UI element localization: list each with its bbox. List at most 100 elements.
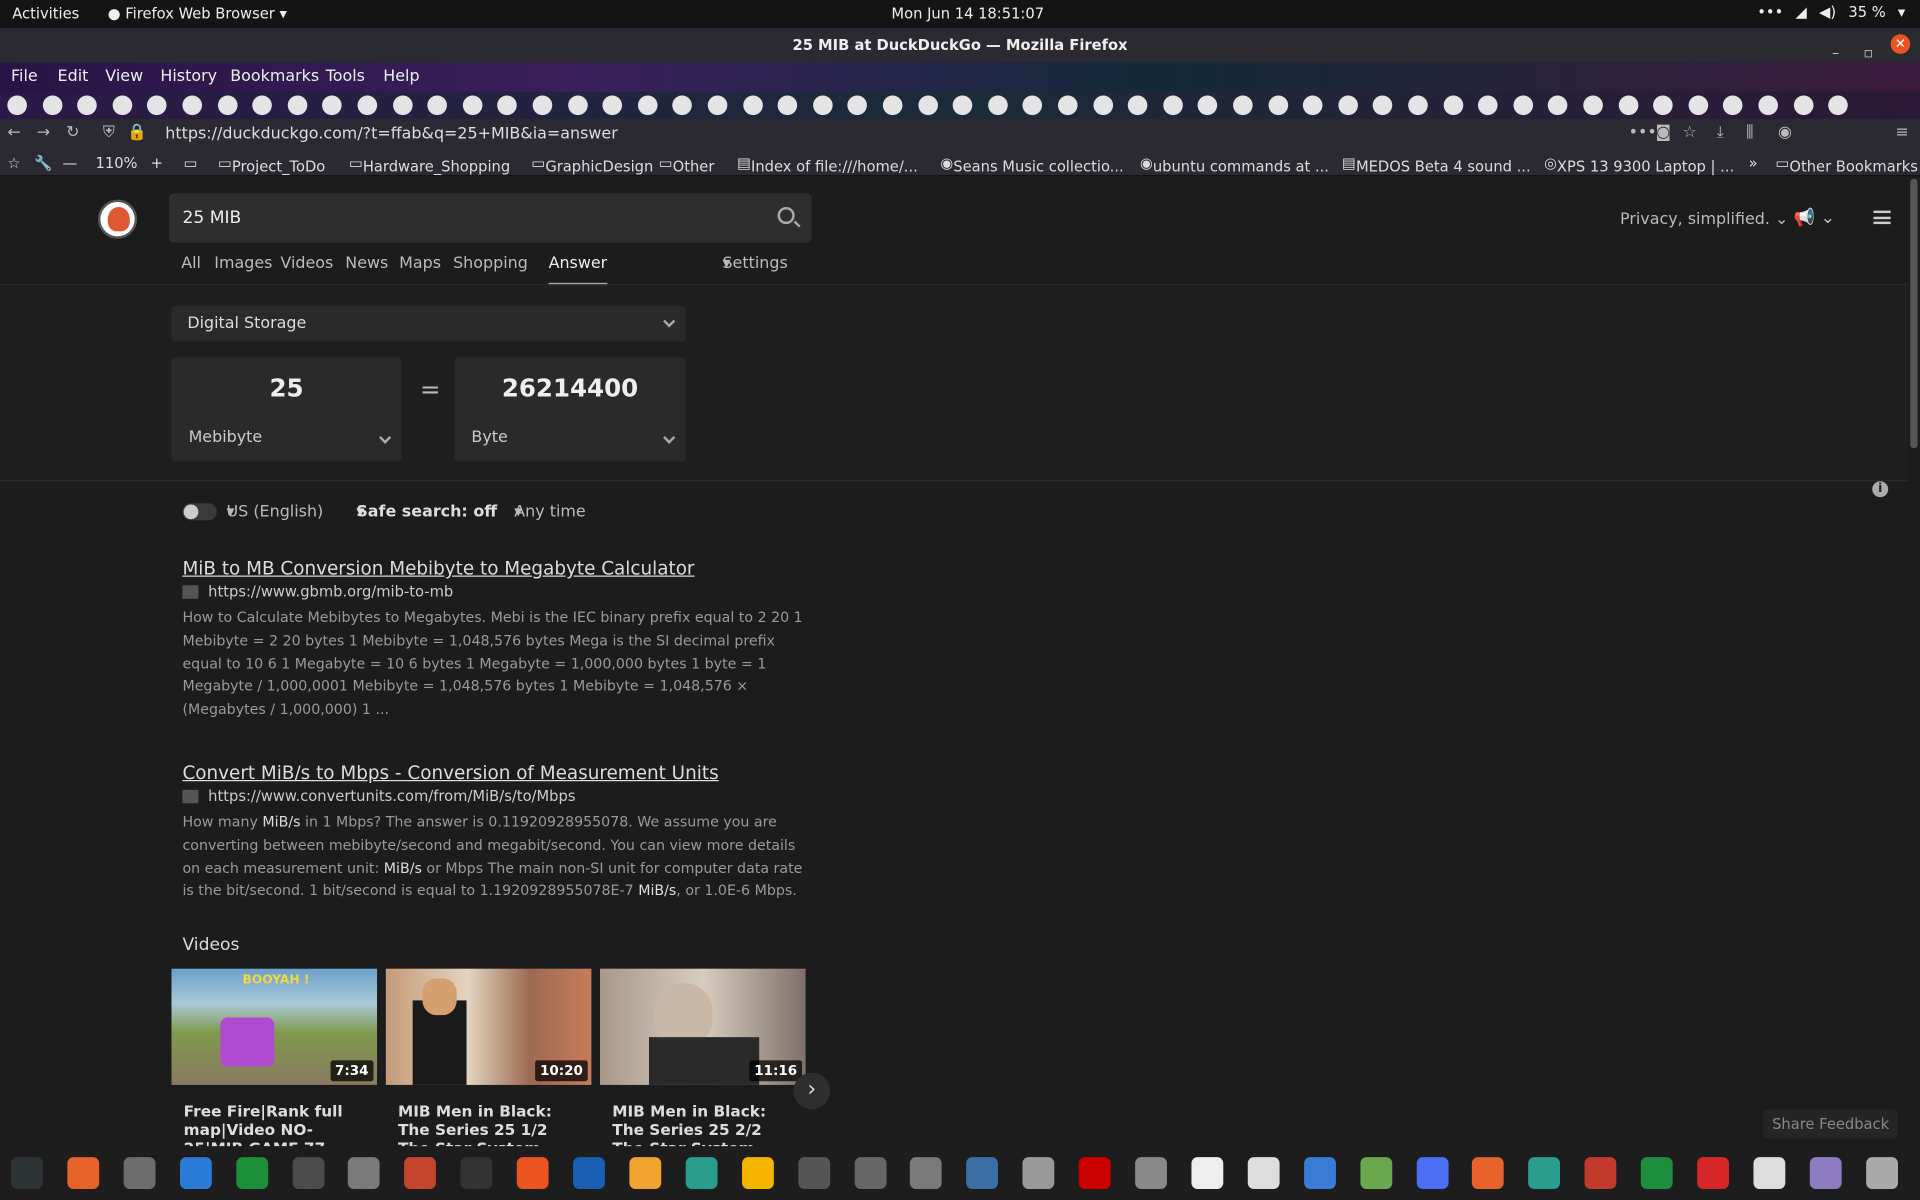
megaphone-icon[interactable]: 📢 ⌄ <box>1794 208 1835 228</box>
tab-images[interactable]: Images <box>214 255 272 273</box>
browser-tab-icon[interactable] <box>42 95 62 116</box>
browser-tab-icon[interactable] <box>952 95 973 116</box>
browser-tab-icon[interactable] <box>1758 95 1778 116</box>
tab-videos[interactable]: Videos <box>280 255 333 273</box>
reload-button[interactable]: ↻ <box>66 124 79 142</box>
dock-app-icon[interactable] <box>292 1157 324 1189</box>
video-card[interactable]: 10:20 MIB Men in Black: The Series 25 1/… <box>385 968 592 1147</box>
video-title[interactable]: Free Fire|Rank full map|Video NO-25|MIB … <box>171 1085 377 1147</box>
dock-app-icon[interactable] <box>123 1157 156 1189</box>
browser-tab-icon[interactable] <box>7 95 27 116</box>
browser-tab-icon[interactable] <box>1723 95 1743 116</box>
result-title-link[interactable]: MiB to MB Conversion Mebibyte to Megabyt… <box>182 557 806 579</box>
browser-tab-icon[interactable] <box>532 95 553 116</box>
video-thumbnail[interactable]: 10:20 <box>385 968 592 1085</box>
clock[interactable]: Mon Jun 14 18:51:07 <box>891 5 1044 22</box>
browser-tab-icon[interactable] <box>112 95 132 116</box>
dock-app-icon[interactable] <box>797 1157 830 1189</box>
browser-tab-icon[interactable] <box>1127 95 1148 116</box>
dock-app-icon[interactable] <box>1584 1157 1617 1189</box>
to-value[interactable]: 26214400 <box>454 373 685 402</box>
bookmarks-star-icon[interactable]: ☆ <box>7 154 20 171</box>
menu-tools[interactable]: Tools <box>326 67 365 85</box>
pocket-icon[interactable]: ◙ <box>1656 124 1671 142</box>
browser-tab-icon[interactable] <box>1233 95 1253 116</box>
menu-edit[interactable]: Edit <box>58 67 89 85</box>
browser-tab-icon[interactable] <box>357 95 378 116</box>
bookmark-seans-music[interactable]: ◉ Seans Music collectio... <box>940 154 1123 175</box>
zoom-out-button[interactable]: — <box>62 154 77 171</box>
bookmark-star-icon[interactable]: ☆ <box>1682 124 1696 142</box>
dock-app-icon[interactable] <box>1809 1157 1842 1189</box>
dock-app-icon[interactable] <box>1416 1157 1448 1189</box>
tab-news[interactable]: News <box>345 255 388 273</box>
bookmark-medos[interactable]: ▤ MEDOS Beta 4 sound ... <box>1342 154 1531 175</box>
share-feedback-button[interactable]: Share Feedback <box>1763 1109 1898 1139</box>
browser-tab-icon[interactable] <box>1303 95 1323 116</box>
account-icon[interactable]: ◉ <box>1778 124 1792 142</box>
browser-tab-icon[interactable] <box>182 95 203 116</box>
dock-app-icon[interactable] <box>629 1157 662 1189</box>
library-icon[interactable]: ⫼ <box>1746 124 1753 142</box>
category-select[interactable]: Digital Storage <box>171 306 686 342</box>
tab-shopping[interactable]: Shopping <box>453 255 528 273</box>
menu-file[interactable]: File <box>11 67 38 85</box>
browser-tab-icon[interactable] <box>1338 95 1358 116</box>
dock-app-icon[interactable] <box>516 1157 549 1189</box>
bookmark-xps13[interactable]: ◎ XPS 13 9300 Laptop | ... <box>1544 154 1734 175</box>
bookmark-ubuntu-commands[interactable]: ◉ ubuntu commands at ... <box>1140 154 1329 175</box>
menu-help[interactable]: Help <box>383 67 419 85</box>
browser-tab-icon[interactable] <box>1828 95 1848 116</box>
browser-tab-icon[interactable] <box>1688 95 1708 116</box>
next-videos-button[interactable]: › <box>793 1072 831 1110</box>
browser-tab-icon[interactable] <box>462 95 483 116</box>
browser-tab-icon[interactable] <box>917 95 938 116</box>
video-title[interactable]: MIB Men in Black: The Series 25 2/2 The … <box>600 1085 806 1147</box>
browser-tab-icon[interactable] <box>1618 95 1638 116</box>
url-input[interactable]: https://duckduckgo.com/?t=ffab&q=25+MIB&… <box>165 125 617 143</box>
browser-tab-icon[interactable] <box>1092 95 1113 116</box>
dock-app-icon[interactable] <box>1528 1157 1561 1189</box>
dock-app-icon[interactable] <box>1865 1157 1898 1189</box>
lock-icon[interactable]: 🔒 <box>127 124 147 142</box>
browser-tab-icon[interactable] <box>322 95 343 116</box>
video-thumbnail[interactable]: 11:16 <box>600 968 806 1085</box>
app-menu[interactable]: ● Firefox Web Browser ▾ <box>108 5 287 22</box>
browser-tab-icon[interactable] <box>637 95 658 116</box>
video-thumbnail[interactable]: BOOYAH ! 7:34 <box>171 968 378 1085</box>
folder-icon[interactable]: ▭ <box>184 154 198 171</box>
forward-button[interactable]: → <box>37 124 50 142</box>
dock-app-icon[interactable] <box>1753 1157 1786 1189</box>
toggle-switch[interactable] <box>182 503 217 521</box>
dock-app-icon[interactable] <box>67 1157 100 1189</box>
dock-app-icon[interactable] <box>460 1157 493 1189</box>
menu-icon[interactable] <box>1873 210 1891 225</box>
dock-app-icon[interactable] <box>854 1157 886 1189</box>
menu-history[interactable]: History <box>160 67 217 85</box>
page-actions-icon[interactable]: ••• <box>1629 124 1657 142</box>
dock-app-icon[interactable] <box>1135 1157 1167 1189</box>
browser-tab-icon[interactable] <box>1513 95 1533 116</box>
dock-app-icon[interactable] <box>1472 1157 1505 1189</box>
result-title-link[interactable]: Convert MiB/s to Mbps - Conversion of Me… <box>182 762 806 784</box>
dock-app-icon[interactable] <box>404 1157 437 1189</box>
video-title[interactable]: MIB Men in Black: The Series 25 1/2 The … <box>386 1085 592 1147</box>
info-icon[interactable]: i <box>1872 481 1889 498</box>
dock-app-icon[interactable] <box>1359 1157 1392 1189</box>
bookmark-other-bookmarks[interactable]: ▭ Other Bookmarks <box>1776 154 1918 175</box>
browser-tab-icon[interactable] <box>1653 95 1673 116</box>
browser-tab-icon[interactable] <box>287 95 308 116</box>
zoom-level[interactable]: 110% <box>96 154 138 171</box>
dock-app-icon[interactable] <box>573 1157 605 1189</box>
dock-app-icon[interactable] <box>1078 1157 1111 1189</box>
browser-tab-icon[interactable] <box>1163 95 1183 116</box>
browser-tab-icon[interactable] <box>77 95 97 116</box>
browser-tab-icon[interactable] <box>1198 95 1218 116</box>
menu-bookmarks[interactable]: Bookmarks <box>230 67 319 85</box>
browser-tab-icon[interactable] <box>882 95 903 116</box>
browser-tab-icon[interactable] <box>252 95 273 116</box>
search-input[interactable]: 25 MIB <box>168 193 812 243</box>
dock-app-icon[interactable] <box>235 1157 268 1189</box>
system-tray[interactable]: ••• ◢ ◀) 35 % ▾ <box>1757 4 1905 21</box>
dock-app-icon[interactable] <box>1022 1157 1055 1189</box>
